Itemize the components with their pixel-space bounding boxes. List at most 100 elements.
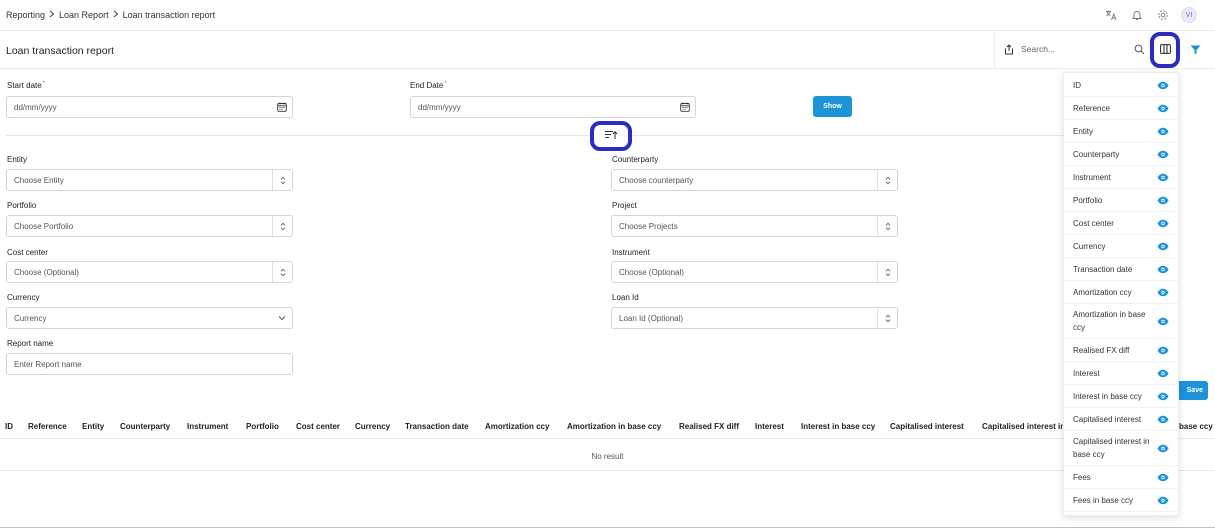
column-toggle-item[interactable]: ID — [1064, 74, 1178, 97]
column-header-amortization-ccy[interactable]: Amortization ccy — [485, 422, 549, 431]
column-toggle-item[interactable]: Amortization in base ccy — [1064, 304, 1178, 339]
show-button[interactable]: Show — [813, 96, 852, 117]
eye-icon[interactable] — [1157, 81, 1169, 90]
column-header-interest[interactable]: Interest — [755, 422, 784, 431]
search-input[interactable] — [1021, 44, 1123, 54]
column-header-overflow[interactable]: base ccy — [1179, 422, 1213, 431]
column-toggle-item[interactable]: Capitalised interest — [1064, 408, 1178, 431]
column-header-transaction-date[interactable]: Transaction date — [405, 422, 469, 431]
eye-icon[interactable] — [1157, 196, 1169, 205]
avatar[interactable]: VI — [1181, 7, 1197, 23]
column-toggle-item[interactable]: Amortization ccy — [1064, 281, 1178, 304]
search-icon[interactable] — [1134, 44, 1145, 57]
breadcrumb-item-loan-report[interactable]: Loan Report — [59, 10, 109, 20]
eye-icon[interactable] — [1157, 288, 1169, 297]
eye-icon[interactable] — [1157, 265, 1169, 274]
column-header-instrument[interactable]: Instrument — [187, 422, 228, 431]
column-toggle-item[interactable]: Fees — [1064, 466, 1178, 489]
eye-icon[interactable] — [1157, 496, 1169, 505]
share-icon[interactable] — [1004, 44, 1014, 57]
column-header-capitalised-interest-base[interactable]: Capitalised interest in — [982, 422, 1065, 431]
chevron-right-icon — [113, 10, 119, 20]
currency-label: Currency — [7, 293, 40, 302]
updown-icon — [272, 216, 292, 236]
calendar-icon[interactable] — [272, 97, 292, 117]
portfolio-label: Portfolio — [7, 201, 37, 210]
project-label: Project — [612, 201, 637, 210]
column-header-cost-center[interactable]: Cost center — [296, 422, 340, 431]
currency-select[interactable]: Currency — [6, 307, 293, 329]
project-select[interactable]: Choose Projects — [611, 215, 898, 237]
updown-icon — [272, 170, 292, 190]
eye-icon[interactable] — [1157, 415, 1169, 424]
report-name-label: Report name — [7, 339, 54, 348]
eye-icon[interactable] — [1157, 173, 1169, 182]
eye-icon[interactable] — [1157, 346, 1169, 355]
eye-icon[interactable] — [1157, 317, 1169, 326]
start-date-label: Start date* — [7, 81, 46, 90]
chevron-down-icon — [272, 308, 292, 328]
portfolio-select[interactable]: Choose Portfolio — [6, 215, 293, 237]
breadcrumb-item-current: Loan transaction report — [122, 10, 216, 20]
loan-id-select[interactable]: Loan Id (Optional) — [611, 307, 898, 329]
toolbar — [994, 32, 1215, 69]
eye-icon[interactable] — [1157, 473, 1169, 482]
column-header-reference[interactable]: Reference — [28, 422, 67, 431]
eye-icon[interactable] — [1157, 219, 1169, 228]
columns-icon — [1159, 44, 1171, 56]
eye-icon[interactable] — [1157, 242, 1169, 251]
column-header-currency[interactable]: Currency — [355, 422, 390, 431]
entity-select[interactable]: Choose Entity — [6, 169, 293, 191]
column-toggle-item[interactable]: Capitalised interest in base ccy — [1064, 431, 1178, 466]
breadcrumb: Reporting Loan Report Loan transaction r… — [6, 10, 215, 20]
column-header-counterparty[interactable]: Counterparty — [120, 422, 170, 431]
updown-icon — [877, 216, 897, 236]
column-header-interest-base[interactable]: Interest in base ccy — [801, 422, 875, 431]
column-header-capitalised-interest[interactable]: Capitalised interest — [890, 422, 964, 431]
column-toggle-item[interactable]: Interest — [1064, 362, 1178, 385]
bell-icon[interactable] — [1129, 7, 1145, 23]
eye-icon[interactable] — [1157, 150, 1169, 159]
column-toggle-item[interactable]: Cost center — [1064, 212, 1178, 235]
report-name-input[interactable]: Enter Report name — [6, 353, 293, 375]
column-toggle-item[interactable]: Transaction date — [1064, 258, 1178, 281]
calendar-icon[interactable] — [675, 97, 695, 117]
column-toggle-item[interactable]: Realised FX diff — [1064, 339, 1178, 362]
breadcrumb-item-reporting[interactable]: Reporting — [6, 10, 45, 20]
column-toggle-label: Interest — [1073, 369, 1100, 378]
column-toggle-item[interactable]: Interest in base ccy — [1064, 385, 1178, 408]
column-toggle-item[interactable]: Counterparty — [1064, 143, 1178, 166]
end-date-label: End Date* — [410, 81, 447, 90]
column-header-id[interactable]: ID — [5, 422, 13, 431]
column-header-entity[interactable]: Entity — [82, 422, 104, 431]
column-toggle-label: Capitalised interest in base ccy — [1073, 437, 1150, 459]
filter-icon[interactable] — [1190, 45, 1201, 57]
column-toggle-item[interactable]: Fees in base ccy — [1064, 489, 1178, 512]
counterparty-select[interactable]: Choose counterparty — [611, 169, 898, 191]
column-toggle-item[interactable]: Portfolio — [1064, 189, 1178, 212]
cost-center-select[interactable]: Choose (Optional) — [6, 261, 293, 283]
column-header-realised-fx[interactable]: Realised FX diff — [679, 422, 739, 431]
gear-icon[interactable] — [1155, 7, 1171, 23]
column-toggle-item[interactable]: Currency — [1064, 235, 1178, 258]
collapse-filters-button[interactable] — [590, 121, 632, 151]
column-toggle-label: Reference — [1073, 104, 1110, 113]
column-header-portfolio[interactable]: Portfolio — [246, 422, 279, 431]
eye-icon[interactable] — [1157, 104, 1169, 113]
end-date-field[interactable]: dd/mm/yyyy — [410, 96, 696, 118]
instrument-select[interactable]: Choose (Optional) — [611, 261, 898, 283]
column-toggle-label: Currency — [1073, 242, 1106, 251]
columns-button[interactable] — [1150, 32, 1180, 68]
column-toggle-item[interactable]: Instrument — [1064, 166, 1178, 189]
column-toggle-label: Cost center — [1073, 219, 1114, 228]
eye-icon[interactable] — [1157, 369, 1169, 378]
eye-icon[interactable] — [1157, 127, 1169, 136]
eye-icon[interactable] — [1157, 444, 1169, 453]
column-toggle-item[interactable]: Entity — [1064, 120, 1178, 143]
start-date-field[interactable]: dd/mm/yyyy — [6, 96, 293, 118]
column-toggle-label: Fees — [1073, 473, 1091, 482]
translate-icon[interactable] — [1103, 7, 1119, 23]
column-header-amortization-base[interactable]: Amortization in base ccy — [567, 422, 661, 431]
column-toggle-item[interactable]: Reference — [1064, 97, 1178, 120]
eye-icon[interactable] — [1157, 392, 1169, 401]
